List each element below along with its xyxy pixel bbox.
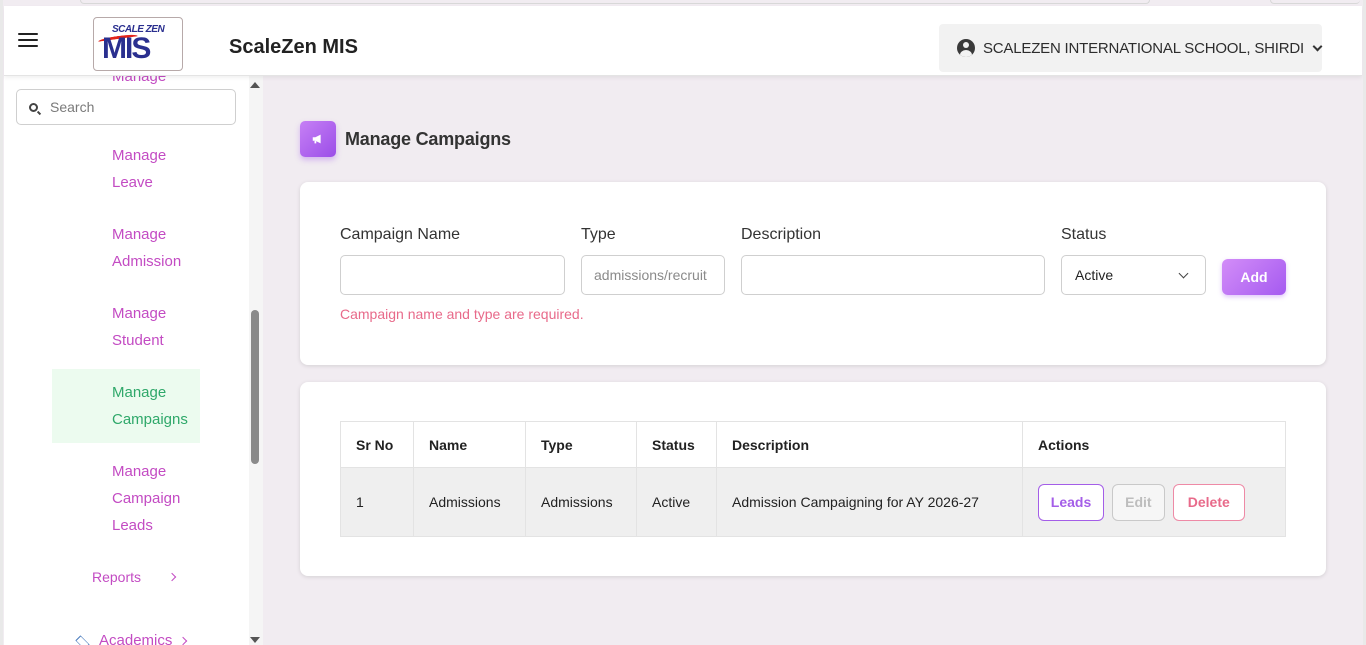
campaign-name-label: Campaign Name: [340, 226, 461, 243]
sidebar-item-label: Manage: [112, 463, 167, 480]
description-label: Description: [741, 226, 822, 243]
menu-icon[interactable]: [18, 33, 38, 49]
app-title: ScaleZen MIS: [229, 36, 358, 58]
sidebar-item-partial[interactable]: Manage: [112, 76, 166, 85]
validation-error: Campaign name and type are required.: [340, 306, 584, 322]
sidebar-item-label: Reports: [92, 569, 142, 585]
sidebar-item-label: Manage: [112, 384, 167, 401]
top-app-bar: SCALE ZEN MIS ScaleZen MIS SCALEZEN INTE…: [4, 6, 1362, 76]
column-header-type: Type: [525, 421, 637, 468]
sidebar-item-label: Student: [112, 332, 164, 349]
sidebar-item-label: Manage: [112, 147, 167, 164]
sidebar-item-label: Academics: [99, 632, 173, 645]
sidebar-item-manage-campaign-leads[interactable]: Manage Campaign Leads: [52, 458, 200, 539]
edit-button[interactable]: Edit: [1111, 483, 1165, 521]
column-header-status: Status: [636, 421, 717, 468]
campaigns-table: Sr No Name Type Status Description Actio…: [340, 421, 1286, 537]
sidebar-item-label: Campaigns: [112, 411, 188, 428]
cell-type: Admissions: [525, 467, 637, 537]
sidebar-item-label: Admission: [112, 253, 182, 270]
status-select[interactable]: Active: [1061, 255, 1206, 295]
delete-button[interactable]: Delete: [1172, 483, 1245, 521]
description-input[interactable]: [741, 255, 1045, 295]
megaphone-icon: [300, 121, 336, 157]
scroll-up-arrow-icon[interactable]: [250, 82, 260, 88]
cell-sr-no: 1: [340, 467, 414, 537]
cell-status: Active: [636, 467, 717, 537]
search-icon: [29, 102, 38, 112]
cell-description: Admission Campaigning for AY 2026-27: [716, 467, 1023, 537]
sidebar-item-label: Campaign: [112, 490, 181, 507]
status-label: Status: [1061, 226, 1107, 243]
account-circle-icon: [957, 39, 975, 57]
sidebar-item-manage-admission[interactable]: Manage Admission: [52, 221, 200, 275]
table-header-row: Sr No Name Type Status Description Actio…: [340, 421, 1286, 468]
campaign-form-card: Campaign Name Type Description Status Ac…: [300, 182, 1326, 365]
campaigns-table-card: Sr No Name Type Status Description Actio…: [300, 382, 1326, 576]
search-input[interactable]: [50, 99, 210, 115]
sidebar-item-manage-campaigns[interactable]: Manage Campaigns: [52, 369, 200, 443]
sidebar-item-manage-student[interactable]: Manage Student: [52, 300, 200, 354]
campaign-name-input[interactable]: [340, 255, 565, 295]
column-header-actions: Actions: [1022, 421, 1286, 468]
browser-toolbar-edge: [1270, 0, 1360, 4]
table-row: 1 Admissions Admissions Active Admission…: [340, 467, 1286, 537]
chevron-right-icon: [179, 636, 188, 645]
column-header-description: Description: [716, 421, 1023, 468]
sidebar-search[interactable]: [16, 89, 236, 125]
chevron-down-icon: [1178, 268, 1189, 279]
logo-main-text: MIS: [102, 32, 151, 65]
status-selected-value: Active: [1075, 267, 1114, 283]
sidebar-item-label: Leads: [112, 517, 153, 534]
type-input[interactable]: [581, 255, 725, 295]
sidebar-item-reports[interactable]: Reports: [92, 569, 177, 585]
cell-name: Admissions: [413, 467, 526, 537]
school-name: SCALEZEN INTERNATIONAL SCHOOL, SHIRDI: [983, 39, 1304, 57]
scalezen-logo: SCALE ZEN MIS: [93, 17, 183, 71]
chevron-right-icon: [167, 572, 177, 582]
sidebar-item-label: Manage: [112, 226, 167, 243]
column-header-sr-no: Sr No: [340, 421, 414, 468]
type-label: Type: [581, 226, 616, 243]
scrollbar-thumb[interactable]: [251, 310, 259, 464]
chevron-down-icon: [1312, 41, 1323, 51]
sidebar-item-label: Leave: [112, 174, 153, 191]
school-selector[interactable]: SCALEZEN INTERNATIONAL SCHOOL, SHIRDI: [939, 24, 1323, 72]
column-header-name: Name: [413, 421, 526, 468]
sidebar-item-manage-leave[interactable]: Manage Leave: [52, 142, 200, 196]
page-title: Manage Campaigns: [345, 128, 511, 149]
scroll-down-arrow-icon[interactable]: [250, 637, 260, 643]
add-button[interactable]: Add: [1222, 259, 1286, 295]
leads-button[interactable]: Leads: [1038, 483, 1104, 521]
graduation-cap-icon: [74, 636, 90, 645]
sidebar-item-label: Manage: [112, 305, 167, 322]
sidebar: Manage Manage Leave Manage Admission Man…: [4, 76, 249, 645]
page-header: Manage Campaigns: [300, 121, 511, 157]
cell-actions: Leads Edit Delete: [1022, 467, 1286, 537]
sidebar-item-academics[interactable]: Academics: [74, 632, 188, 645]
browser-address-edge: [80, 0, 1150, 4]
